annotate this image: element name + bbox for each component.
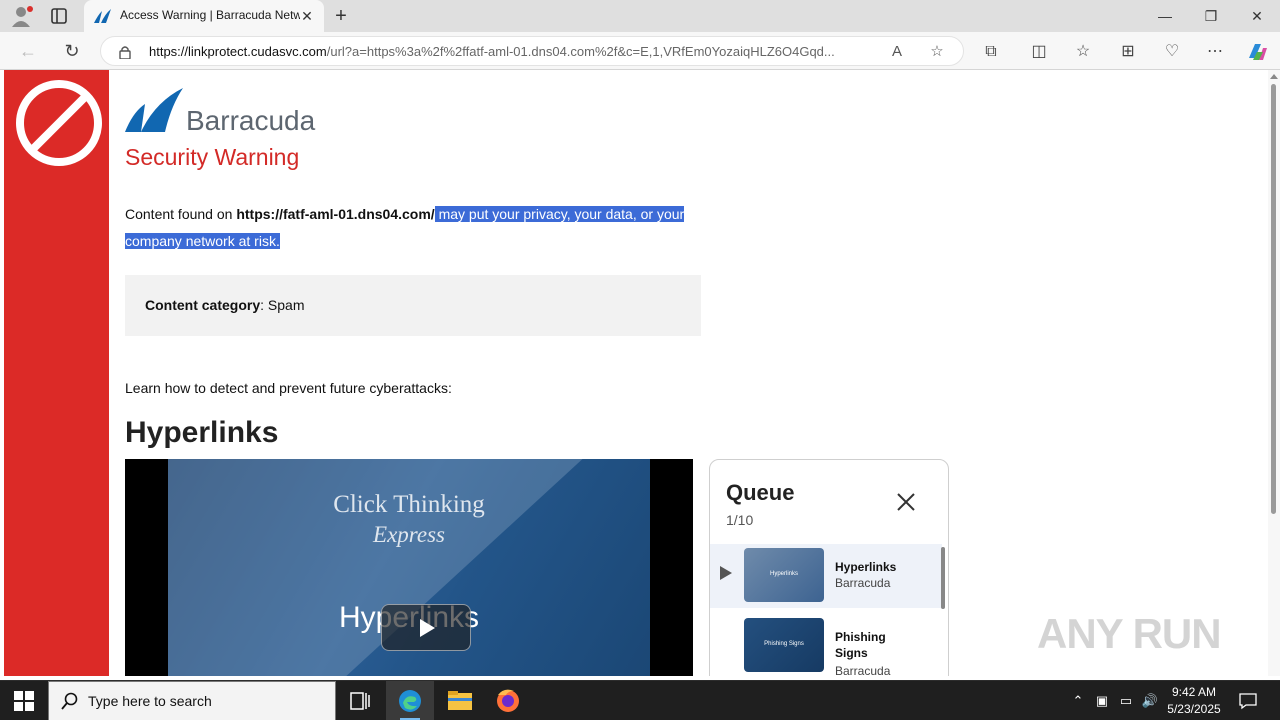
section-title: Hyperlinks (125, 416, 279, 449)
taskbar-search[interactable]: Type here to search (48, 681, 336, 720)
close-window-button[interactable]: ✕ (1234, 4, 1280, 28)
queue-item-title: Phishing Signs (835, 630, 886, 660)
close-tab-icon[interactable]: ✕ (298, 7, 316, 25)
play-button[interactable] (381, 604, 471, 651)
windows-start-icon[interactable] (14, 691, 34, 711)
search-placeholder: Type here to search (88, 693, 212, 709)
page-scrollbar[interactable] (1268, 70, 1280, 676)
queue-item[interactable]: Hyperlinks Hyperlinks Barracuda (710, 544, 942, 608)
more-menu-icon[interactable]: ⋯ (1203, 40, 1227, 64)
favorites-icon[interactable]: ☆ (1071, 40, 1095, 64)
url-text[interactable]: https://linkprotect.cudasvc.com/url?a=ht… (149, 44, 879, 59)
security-warning-title: Security Warning (125, 144, 300, 170)
edge-taskbar-button[interactable] (386, 681, 434, 720)
queue-item[interactable]: Phishing Signs Phishing Signs Barracuda (710, 614, 942, 676)
anyrun-watermark: ANY RUN (1037, 610, 1222, 657)
barracuda-favicon-icon (94, 9, 111, 23)
new-tab-button[interactable]: + (330, 5, 352, 27)
message-prefix: Content found on (125, 206, 237, 222)
system-clock[interactable]: 9:42 AM 5/23/2025 (1160, 684, 1228, 718)
url-path: /url?a=https%3a%2f%2ffatf-aml-01.dns04.c… (326, 44, 835, 59)
warning-message: Content found on https://fatf-aml-01.dns… (125, 201, 695, 255)
queue-item-author: Barracuda (835, 576, 891, 590)
category-text: Content category: Spam (145, 297, 304, 313)
file-explorer-icon[interactable] (436, 681, 484, 720)
queue-item-author: Barracuda (835, 664, 891, 676)
brand-name: Barracuda (186, 105, 316, 136)
edge-icon (399, 690, 421, 712)
queue-thumbnail: Phishing Signs (744, 618, 824, 672)
search-icon (61, 692, 78, 710)
thumbnail-label: Phishing Signs (764, 641, 804, 647)
category-value: : Spam (260, 297, 305, 313)
queue-title: Queue (726, 480, 795, 505)
copilot-icon[interactable] (1245, 40, 1269, 64)
queue-scrollbar[interactable] (941, 547, 945, 609)
collections-icon[interactable]: ⊞ (1116, 40, 1140, 64)
video-title-line1: Click Thinking (333, 491, 485, 518)
clock-time: 9:42 AM (1171, 685, 1217, 699)
address-bar[interactable]: https://linkprotect.cudasvc.com/url?a=ht… (100, 36, 964, 66)
category-box: Content category: Spam (125, 275, 701, 336)
page-content: Barracuda Security Warning Content found… (0, 70, 1268, 676)
close-queue-icon[interactable] (894, 490, 918, 514)
device-icon[interactable]: ▣ (1092, 691, 1112, 711)
now-playing-icon (720, 566, 732, 580)
minimize-button[interactable]: — (1142, 4, 1188, 28)
refresh-icon[interactable]: ↻ (60, 39, 84, 63)
browser-tab[interactable]: Access Warning | Barracuda Netw ✕ (84, 0, 324, 32)
video-title-line2: Express (373, 522, 445, 547)
thumbnail-label: Hyperlinks (769, 571, 798, 577)
scroll-up-icon[interactable] (1270, 74, 1278, 79)
video-queue: Queue 1/10 Hyperlinks Hyperlinks Barracu… (709, 459, 949, 676)
queue-item-title: Hyperlinks (835, 560, 897, 574)
maximize-button[interactable]: ❐ (1188, 4, 1234, 28)
notifications-icon[interactable] (1238, 691, 1258, 711)
learn-text: Learn how to detect and prevent future c… (125, 380, 452, 396)
network-icon[interactable]: ▭ (1116, 691, 1136, 711)
lock-icon[interactable] (119, 45, 131, 59)
blocked-url: https://fatf-aml-01.dns04.com/ (236, 206, 435, 222)
back-icon[interactable]: ← (16, 39, 40, 63)
blocked-icon (16, 80, 102, 166)
tab-strip: Access Warning | Barracuda Netw ✕ + — ❐ … (0, 0, 1280, 32)
video-player[interactable]: Click Thinking Express Hyperlinks (125, 459, 693, 676)
tab-title: Access Warning | Barracuda Netw (120, 8, 300, 22)
performance-icon[interactable]: ♡ (1160, 40, 1184, 64)
warning-sidebar (4, 70, 109, 676)
category-label: Content category (145, 297, 261, 313)
url-domain: https://linkprotect.cudasvc.com (149, 44, 327, 59)
queue-thumbnail: Hyperlinks (744, 548, 824, 602)
read-aloud-icon[interactable]: A (887, 42, 907, 62)
profile-icon[interactable] (10, 5, 34, 27)
taskbar: Type here to search ⌃ ▣ ▭ 🔊 9:42 AM 5/23… (0, 680, 1280, 720)
extensions-icon[interactable]: ⧉ (979, 40, 1003, 64)
scrollbar-thumb[interactable] (1271, 84, 1276, 514)
volume-icon[interactable]: 🔊 (1140, 691, 1160, 711)
clock-date: 5/23/2025 (1167, 702, 1221, 716)
task-view-icon[interactable] (336, 681, 384, 720)
favorite-star-icon[interactable]: ☆ (927, 42, 947, 62)
firefox-icon[interactable] (484, 681, 532, 720)
show-hidden-icons[interactable]: ⌃ (1068, 691, 1088, 711)
tab-actions-icon[interactable] (50, 7, 68, 25)
address-toolbar: ← ↻ https://linkprotect.cudasvc.com/url?… (0, 32, 1280, 70)
split-screen-icon[interactable]: ◫ (1027, 40, 1051, 64)
queue-count: 1/10 (726, 512, 754, 528)
